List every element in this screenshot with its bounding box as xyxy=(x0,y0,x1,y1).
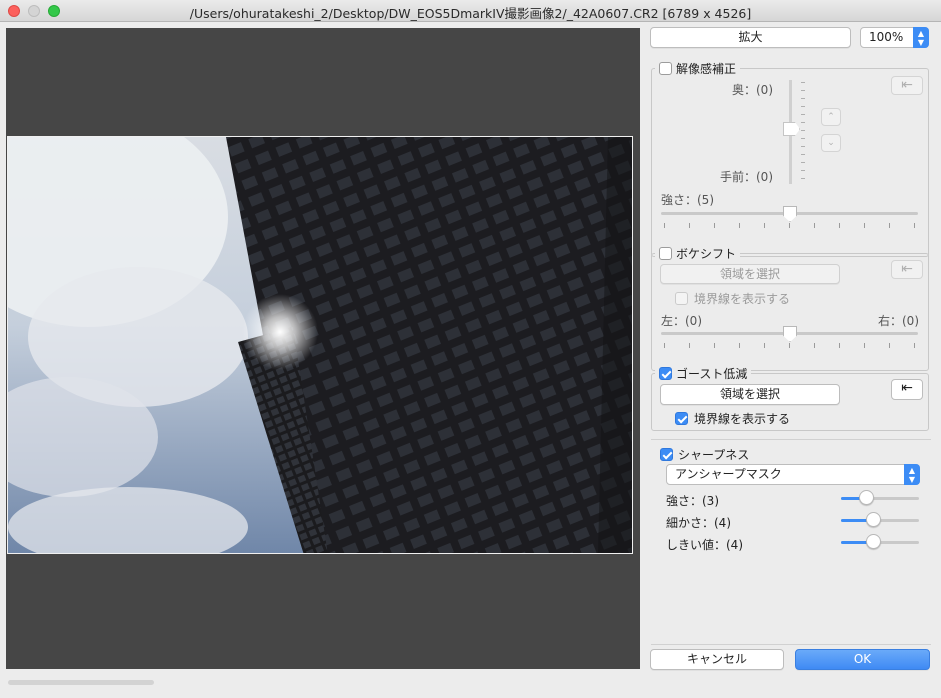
preview-image[interactable] xyxy=(7,136,633,554)
undo-icon: ⇤ xyxy=(901,261,913,277)
dpo-down-button[interactable]: ⌄ xyxy=(821,134,841,152)
ok-button[interactable]: OK xyxy=(795,649,930,670)
chevron-down-icon: ⌄ xyxy=(827,138,835,148)
bokeh-left-label: 左：(0) xyxy=(661,314,702,328)
dpo-legend: 解像感補正 xyxy=(655,60,741,77)
sharpness-title: シャープネス xyxy=(678,448,750,462)
zoom-button[interactable]: 拡大 xyxy=(650,27,851,48)
bokeh-show-border-checkbox[interactable] xyxy=(675,292,688,305)
sharpness-mode-select[interactable]: アンシャープマスク ▲ ▼ xyxy=(666,464,920,485)
sharpness-threshold-knob[interactable] xyxy=(866,534,881,549)
zoom-value: 100% xyxy=(869,30,904,44)
bokeh-select-area-button[interactable]: 領域を選択 xyxy=(660,264,840,284)
sharpness-fineness-knob[interactable] xyxy=(866,512,881,527)
select-arrows-icon: ▲ ▼ xyxy=(904,464,920,485)
dpo-strength-ticks xyxy=(664,223,915,229)
photo-building-sky xyxy=(8,137,632,553)
undo-icon: ⇤ xyxy=(901,380,913,396)
sharpness-header[interactable]: シャープネス xyxy=(660,446,749,463)
dpo-front-label: 手前：(0) xyxy=(720,170,773,184)
bokeh-show-border-row[interactable]: 境界線を表示する xyxy=(675,290,790,307)
dpo-reset-button[interactable]: ⇤ xyxy=(891,76,923,95)
image-viewer[interactable] xyxy=(6,28,640,669)
footer-separator xyxy=(651,644,931,645)
bokeh-checkbox[interactable] xyxy=(659,247,672,260)
bokeh-reset-button[interactable]: ⇤ xyxy=(891,260,923,279)
ghost-show-border-row[interactable]: 境界線を表示する xyxy=(675,410,790,427)
sharpness-threshold-label: しきい値：(4) xyxy=(666,538,743,552)
cancel-button[interactable]: キャンセル xyxy=(650,649,784,670)
bokeh-ticks xyxy=(664,343,915,349)
sharpness-checkbox[interactable] xyxy=(660,448,673,461)
bokeh-legend: ボケシフト xyxy=(655,245,741,262)
sharpness-mode-value: アンシャープマスク xyxy=(675,467,782,481)
select-arrows-icon: ▲ ▼ xyxy=(913,27,929,48)
adjustment-panel: 拡大 100% ▲ ▼ 解像感補正 ⇤ 奥：(0) 手前：(0) ⌃ ⌄ 強さ：(… xyxy=(644,22,941,672)
ghost-legend: ゴースト低減 xyxy=(655,365,752,382)
undo-icon: ⇤ xyxy=(901,77,913,93)
bokeh-show-border-label: 境界線を表示する xyxy=(694,292,791,306)
ghost-show-border-label: 境界線を表示する xyxy=(694,412,791,426)
zoom-select[interactable]: 100% ▲ ▼ xyxy=(860,27,929,48)
sharpness-strength-track[interactable] xyxy=(841,497,919,500)
ghost-checkbox[interactable] xyxy=(659,367,672,380)
dpo-up-button[interactable]: ⌃ xyxy=(821,108,841,126)
dpo-title[interactable]: 解像感補正 xyxy=(676,60,736,77)
window-title: /Users/ohuratakeshi_2/Desktop/DW_EOS5Dma… xyxy=(189,6,752,21)
ghost-reset-button[interactable]: ⇤ xyxy=(891,379,923,400)
ghost-select-area-button[interactable]: 領域を選択 xyxy=(660,384,840,405)
bokeh-title[interactable]: ボケシフト xyxy=(676,245,736,262)
ghost-show-border-checkbox[interactable] xyxy=(675,412,688,425)
bokeh-right-label: 右：(0) xyxy=(878,314,919,328)
dpo-strength-label: 強さ：(5) xyxy=(661,193,714,207)
sharpness-fineness-label: 細かさ：(4) xyxy=(666,516,731,530)
title-bar: /Users/ohuratakeshi_2/Desktop/DW_EOS5Dma… xyxy=(0,0,941,22)
dpo-checkbox[interactable] xyxy=(659,62,672,75)
sharpness-strength-knob[interactable] xyxy=(859,490,874,505)
ghost-title[interactable]: ゴースト低減 xyxy=(676,365,747,382)
chevron-up-icon: ⌃ xyxy=(827,112,835,122)
separator xyxy=(651,439,931,440)
sharpness-strength-label: 強さ：(3) xyxy=(666,494,719,508)
dpo-vertical-ticks xyxy=(801,82,805,182)
horizontal-scrollbar[interactable] xyxy=(8,680,154,685)
dpo-back-label: 奥：(0) xyxy=(732,83,773,97)
